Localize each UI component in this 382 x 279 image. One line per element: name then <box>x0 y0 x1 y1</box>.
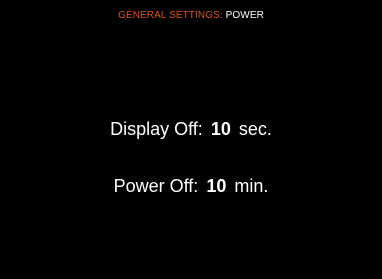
power-off-label: Power Off: <box>113 176 199 196</box>
settings-page-label: POWER <box>225 10 264 21</box>
display-off-setting[interactable]: Display Off: 10 sec. <box>0 119 382 140</box>
power-off-value[interactable]: 10 <box>206 176 226 196</box>
power-off-setting[interactable]: Power Off: 10 min. <box>0 176 382 197</box>
power-settings-screen: GENERAL SETTINGS: POWER Display Off: 10 … <box>0 0 382 279</box>
display-off-value[interactable]: 10 <box>211 119 231 139</box>
power-off-unit: min. <box>234 176 269 196</box>
display-off-unit: sec. <box>238 119 272 139</box>
display-off-label: Display Off: <box>110 119 203 139</box>
screen-title: GENERAL SETTINGS: POWER <box>0 10 382 21</box>
settings-section-label: GENERAL SETTINGS: <box>118 10 223 21</box>
